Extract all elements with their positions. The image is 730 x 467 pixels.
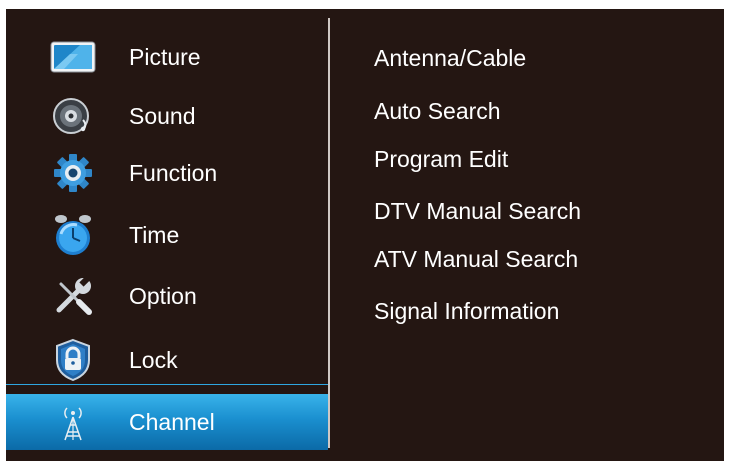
submenu-item-atv-manual-search[interactable]: ATV Manual Search [374,246,578,273]
submenu-item-antenna-cable[interactable]: Antenna/Cable [374,45,526,72]
lock-icon [50,337,96,383]
sidebar-item-label: Sound [129,102,196,129]
sidebar-item-option[interactable]: Option [6,268,328,324]
sidebar-item-label: Channel [129,408,215,435]
clock-icon [50,212,96,258]
gear-icon [50,150,96,196]
sidebar-item-sound[interactable]: Sound [6,88,328,144]
sidebar-item-label: Lock [129,346,178,373]
menu-divider [328,18,330,448]
antenna-icon [50,399,96,445]
tv-menu-screen: Picture Sound Function Time Option Lock … [6,9,724,461]
sidebar-item-function[interactable]: Function [6,145,328,201]
sidebar-item-label: Function [129,159,218,186]
submenu-item-auto-search[interactable]: Auto Search [374,98,501,125]
submenu-item-dtv-manual-search[interactable]: DTV Manual Search [374,198,581,225]
sidebar-item-time[interactable]: Time [6,207,328,263]
sidebar-item-lock[interactable]: Lock [6,332,328,388]
tools-icon [50,273,96,319]
selection-divider [6,384,328,385]
sidebar-item-channel[interactable]: Channel [6,394,328,450]
sidebar-item-label: Time [129,221,180,248]
sidebar-item-label: Option [129,282,197,309]
sidebar-item-label: Picture [129,43,201,70]
submenu-item-signal-information[interactable]: Signal Information [374,298,559,325]
picture-icon [50,34,96,80]
speaker-icon [50,93,96,139]
submenu-item-program-edit[interactable]: Program Edit [374,146,508,173]
sidebar-item-picture[interactable]: Picture [6,29,328,85]
